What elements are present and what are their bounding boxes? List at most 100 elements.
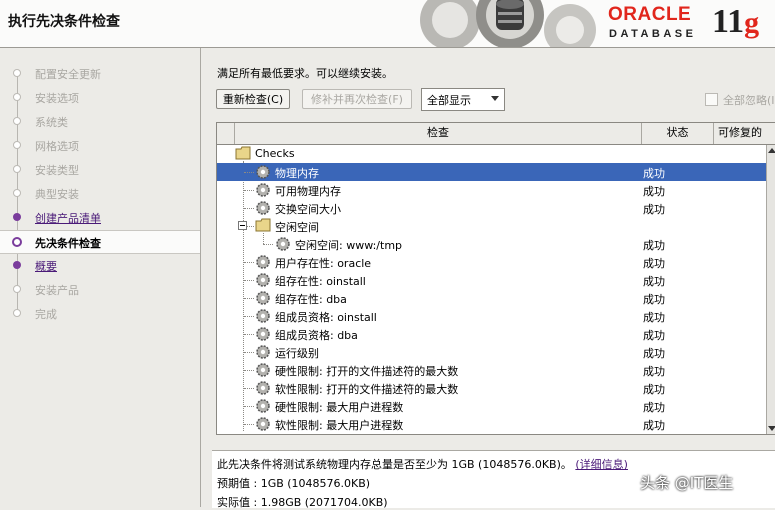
expected-label: 预期值 xyxy=(217,477,250,490)
checkbox-box[interactable] xyxy=(705,93,718,106)
step-dot-icon xyxy=(13,117,21,125)
check-name: 可用物理内存 xyxy=(275,185,341,198)
window-title: 执行先决条件检查 xyxy=(8,14,120,30)
step-dot-icon xyxy=(13,309,21,317)
check-name: 组存在性: oinstall xyxy=(275,275,366,288)
tree-connector-line xyxy=(263,244,273,245)
check-name: 物理内存 xyxy=(275,167,319,180)
table-row[interactable]: 空闲空间 xyxy=(217,217,766,235)
table-row[interactable]: 组成员资格: dba 成功 xyxy=(217,325,766,343)
chevron-down-icon xyxy=(491,96,499,101)
table-row[interactable]: 物理内存 成功 xyxy=(217,163,766,181)
check-status: 成功 xyxy=(643,329,665,342)
window-header: 执行先决条件检查 ORACLE DATABASE 11g xyxy=(0,0,775,48)
table-row[interactable]: 硬性限制: 打开的文件描述符的最大数 成功 xyxy=(217,361,766,379)
tree-connector-line xyxy=(244,424,254,425)
tree-root-row[interactable]: Checks xyxy=(217,145,766,163)
check-name: 空闲空间 xyxy=(275,221,319,234)
check-status: 成功 xyxy=(643,203,665,216)
tree-connector-line xyxy=(244,298,254,299)
table-row[interactable]: 组成员资格: oinstall 成功 xyxy=(217,307,766,325)
table-row[interactable]: 交换空间大小 成功 xyxy=(217,199,766,217)
step-label[interactable]: 创建产品清单 xyxy=(35,210,101,226)
actual-line: 实际值 : 1.98GB (2071704.0KB) xyxy=(217,496,388,509)
check-status: 成功 xyxy=(643,311,665,324)
detail-description: 此先决条件将测试系统物理内存总量是否至少为 1GB (1048576.0KB)。 xyxy=(217,458,572,471)
table-row[interactable]: 可用物理内存 成功 xyxy=(217,181,766,199)
gear-icon xyxy=(256,201,270,215)
table-row[interactable]: 软性限制: 最大用户进程数 成功 xyxy=(217,415,766,433)
tree-connector-line xyxy=(244,334,254,335)
step-item: 典型安装 xyxy=(0,182,200,204)
check-status: 成功 xyxy=(643,347,665,360)
step-label: 网格选项 xyxy=(35,140,79,153)
gear-icon xyxy=(256,399,270,413)
step-item: 系统类 xyxy=(0,110,200,132)
check-name: 组成员资格: dba xyxy=(275,329,358,342)
table-row[interactable]: 组存在性: dba 成功 xyxy=(217,289,766,307)
step-label: 安装类型 xyxy=(35,164,79,177)
tree-connector-line xyxy=(244,262,254,263)
header-corner xyxy=(217,123,235,144)
step-item: 网格选项 xyxy=(0,134,200,156)
minus-icon xyxy=(240,225,245,226)
step-dot-icon xyxy=(13,189,21,197)
table-row[interactable]: 硬性限制: 最大用户进程数 成功 xyxy=(217,397,766,415)
check-name: 运行级别 xyxy=(275,347,319,360)
recheck-button[interactable]: 重新检查(C) xyxy=(216,89,290,109)
gear-icon xyxy=(256,165,270,179)
table-row[interactable]: 用户存在性: oracle 成功 xyxy=(217,253,766,271)
detail-description-line: 此先决条件将测试系统物理内存总量是否至少为 1GB (1048576.0KB)。… xyxy=(217,456,628,472)
step-item[interactable]: 先决条件检查 xyxy=(0,230,200,254)
tree-connector-line xyxy=(244,208,254,209)
table-row[interactable]: 软性限制: 打开的文件描述符的最大数 成功 xyxy=(217,379,766,397)
table-row[interactable]: 组存在性: oinstall 成功 xyxy=(217,271,766,289)
step-dot-icon xyxy=(13,165,21,173)
step-item: 完成 xyxy=(0,302,200,324)
step-label[interactable]: 先决条件检查 xyxy=(35,235,101,251)
check-name: 硬性限制: 打开的文件描述符的最大数 xyxy=(275,365,459,378)
step-label: 安装产品 xyxy=(35,284,79,297)
tree-connector-line xyxy=(244,352,254,353)
gear-icon xyxy=(256,363,270,377)
expected-value: 1GB (1048576.0KB) xyxy=(260,477,371,490)
watermark: 头条 @IT医生 xyxy=(640,474,734,492)
step-item: 安装选项 xyxy=(0,86,200,108)
filter-dropdown[interactable]: 全部显示 xyxy=(421,88,505,111)
tree-connector-line xyxy=(244,316,254,317)
step-label[interactable]: 概要 xyxy=(35,258,57,274)
check-status: 成功 xyxy=(643,419,665,432)
check-status: 成功 xyxy=(643,185,665,198)
step-label: 系统类 xyxy=(35,116,68,129)
step-item: 安装类型 xyxy=(0,158,200,180)
check-status: 成功 xyxy=(643,257,665,270)
folder-open-icon xyxy=(255,218,271,232)
scroll-up-icon[interactable] xyxy=(768,148,775,153)
scroll-down-icon[interactable] xyxy=(768,426,775,431)
check-name: 组存在性: dba xyxy=(275,293,347,306)
fix-and-check-button[interactable]: 修补并再次检查(F) xyxy=(302,89,412,109)
filter-value: 全部显示 xyxy=(427,94,471,107)
header-fixable[interactable]: 可修复的 xyxy=(714,123,775,144)
status-message: 满足所有最低要求。可以继续安装。 xyxy=(217,67,393,80)
step-dot-icon xyxy=(13,213,21,221)
header-status[interactable]: 状态 xyxy=(642,123,714,144)
table-row[interactable]: 空闲空间: www:/tmp 成功 xyxy=(217,233,766,253)
step-dot-icon xyxy=(13,93,21,101)
check-status: 成功 xyxy=(643,383,665,396)
step-item[interactable]: 概要 xyxy=(0,254,200,276)
check-name: 软性限制: 打开的文件描述符的最大数 xyxy=(275,383,459,396)
details-link[interactable]: (详细信息) xyxy=(575,458,628,471)
collapse-toggle-icon[interactable] xyxy=(238,221,247,230)
actual-label: 实际值 xyxy=(217,496,250,509)
header-check[interactable]: 检查 xyxy=(235,123,642,144)
step-item: 配置安全更新 xyxy=(0,62,200,84)
check-name: 空闲空间: www:/tmp xyxy=(295,239,403,252)
check-status: 成功 xyxy=(643,401,665,414)
vertical-scrollbar[interactable] xyxy=(766,145,775,434)
table-row[interactable]: 运行级别 成功 xyxy=(217,343,766,361)
step-item[interactable]: 创建产品清单 xyxy=(0,206,200,228)
gear-icon xyxy=(256,183,270,197)
step-label: 安装选项 xyxy=(35,92,79,105)
check-status: 成功 xyxy=(643,365,665,378)
